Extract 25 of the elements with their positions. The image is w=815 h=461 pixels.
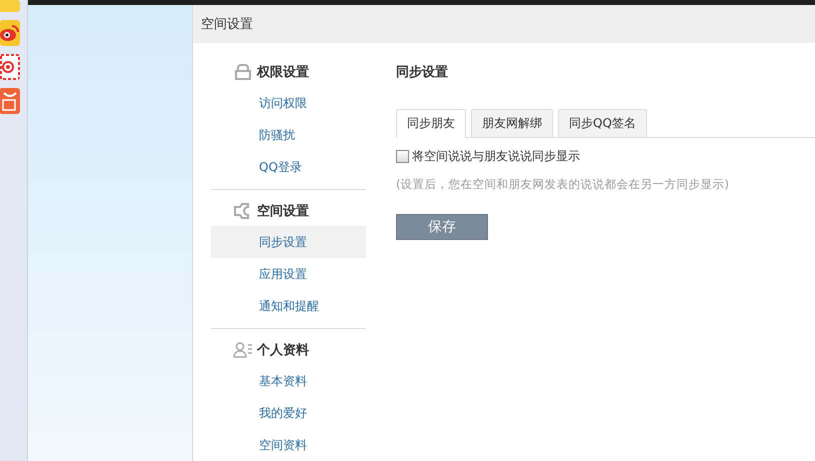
sidebar-item[interactable]: 防骚扰	[211, 119, 366, 151]
sidebar-item[interactable]: 空间资料	[211, 429, 366, 461]
checkbox-label: 将空间说说与朋友说说同步显示	[412, 148, 580, 165]
eye-logo-icon[interactable]	[0, 20, 20, 46]
sidebar-item[interactable]: 同步设置	[211, 226, 366, 258]
tab[interactable]: 同步朋友	[396, 109, 466, 138]
sidebar-item[interactable]: 基本资料	[211, 365, 366, 397]
sidebar-item[interactable]: QQ登录	[211, 151, 366, 183]
sidebar-item[interactable]: 应用设置	[211, 258, 366, 290]
panel-title: 空间设置	[193, 5, 815, 43]
shopping-icon[interactable]	[0, 88, 20, 114]
tab[interactable]: 朋友网解绑	[471, 109, 553, 137]
sidebar-item[interactable]: 访问权限	[211, 87, 366, 119]
save-button[interactable]: 保存	[396, 214, 488, 240]
section-title: 空间设置	[257, 202, 309, 220]
sidebar-item[interactable]: 我的爱好	[211, 397, 366, 429]
section-heading: 同步设置	[396, 64, 449, 81]
sidebar-item[interactable]: 通知和提醒	[211, 290, 366, 322]
section-title: 权限设置	[257, 64, 309, 81]
tab[interactable]: 同步QQ签名	[558, 109, 647, 137]
lock-icon	[233, 64, 253, 80]
hint-text: (设置后，您在空间和朋友网发表的说说都会在另一方同步显示)	[396, 177, 730, 192]
contact-icon	[233, 342, 253, 358]
checkbox[interactable]	[396, 150, 409, 163]
section-title: 个人资料	[257, 342, 309, 359]
